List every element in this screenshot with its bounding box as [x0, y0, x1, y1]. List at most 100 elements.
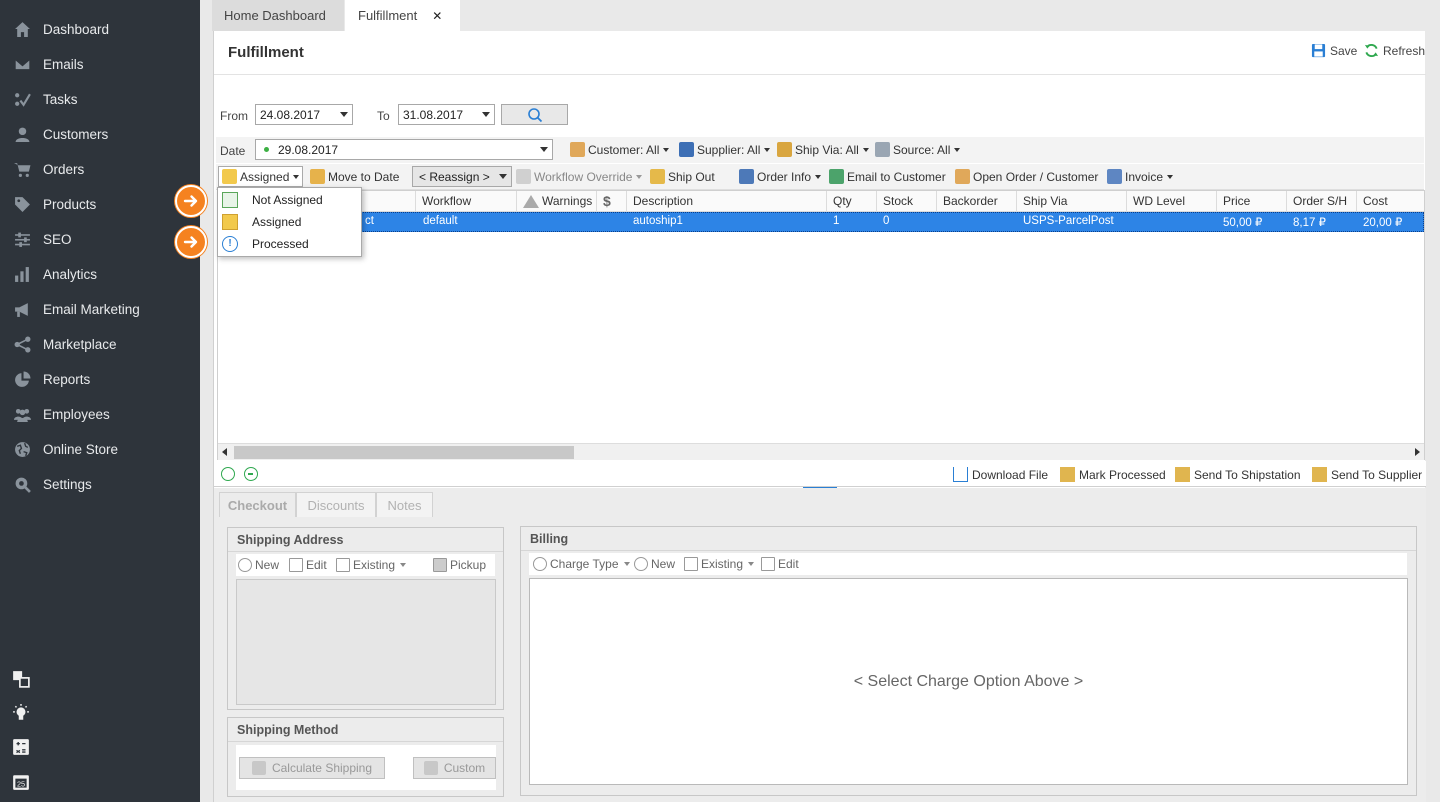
ship-out-button[interactable]: Ship Out — [650, 169, 715, 184]
billing-new-button[interactable]: New — [634, 557, 675, 571]
source-filter[interactable]: Source: All — [875, 142, 961, 157]
menu-item-label: Processed — [252, 237, 309, 251]
sidebar-item-employees[interactable]: Employees — [0, 397, 200, 432]
column-header-description[interactable]: Description — [627, 191, 827, 212]
reassign-select[interactable]: < Reassign > — [412, 166, 512, 187]
new-folder-icon — [222, 192, 238, 208]
chevron-down-icon — [954, 147, 961, 152]
sidebar-item-emails[interactable]: Emails — [0, 47, 200, 82]
column-header-qty[interactable]: Qty — [827, 191, 877, 212]
sidebar-item-online-store[interactable]: Online Store — [0, 432, 200, 467]
column-header-backorder[interactable]: Backorder — [937, 191, 1017, 212]
send-supplier-button[interactable]: Send To Supplier — [1312, 467, 1422, 482]
column-header-stock[interactable]: Stock — [877, 191, 937, 212]
sidebar-item-seo[interactable]: SEO — [0, 222, 200, 257]
invoice-button[interactable]: Invoice — [1107, 169, 1174, 184]
sidebar-item-email-marketing[interactable]: Email Marketing — [0, 292, 200, 327]
order-info-button[interactable]: Order Info — [739, 169, 822, 184]
menu-item-processed[interactable]: ! Processed — [218, 233, 361, 255]
tab-discounts[interactable]: Discounts — [296, 492, 376, 517]
sidebar-item-settings[interactable]: Settings — [0, 467, 200, 502]
horizontal-scrollbar[interactable] — [218, 443, 1424, 460]
column-header-dollar[interactable]: $ — [597, 191, 627, 212]
billing-edit-button[interactable]: Edit — [761, 557, 799, 571]
custom-shipping-button[interactable]: Custom — [413, 757, 496, 779]
tasks-icon — [11, 91, 33, 108]
from-date-picker[interactable]: 24.08.2017 — [255, 104, 353, 125]
search-button[interactable] — [501, 104, 568, 125]
sidebar-item-orders[interactable]: Orders — [0, 152, 200, 187]
open-order-label: Open Order / Customer — [973, 169, 1099, 184]
column-header-wd-level[interactable]: WD Level — [1127, 191, 1217, 212]
column-header-ship-via[interactable]: Ship Via — [1017, 191, 1127, 212]
charge-type-dropdown[interactable]: Charge Type — [533, 557, 630, 571]
windows-icon[interactable] — [11, 669, 31, 689]
move-to-date-button[interactable]: Move to Date — [310, 169, 399, 184]
supplier-icon — [679, 142, 694, 157]
supplier-filter[interactable]: Supplier: All — [679, 142, 771, 157]
detail-panel: Checkout Discounts Notes Shipping Addres… — [214, 488, 1426, 802]
refresh-button[interactable]: Refresh — [1364, 43, 1425, 58]
check-circle-icon[interactable] — [221, 467, 235, 481]
save-button[interactable]: Save — [1311, 43, 1357, 58]
sidebar-item-marketplace[interactable]: Marketplace — [0, 327, 200, 362]
sidebar-item-dashboard[interactable]: Dashboard — [0, 12, 200, 47]
column-header-workflow[interactable]: Workflow — [416, 191, 517, 212]
share-icon — [11, 336, 33, 353]
sidebar-item-customers[interactable]: Customers — [0, 117, 200, 152]
address-edit-button[interactable]: Edit — [289, 558, 327, 572]
column-header-warnings[interactable]: Warnings — [517, 191, 597, 212]
calculator-icon[interactable] — [11, 737, 31, 757]
close-icon[interactable]: ✕ — [432, 9, 442, 23]
sidebar-item-products[interactable]: Products — [0, 187, 200, 222]
menu-item-not-assigned[interactable]: Not Assigned — [218, 189, 361, 211]
address-new-button[interactable]: New — [238, 558, 279, 572]
sidebar-item-tasks[interactable]: Tasks — [0, 82, 200, 117]
download-file-button[interactable]: Download File — [953, 467, 1048, 482]
chevron-down-icon — [482, 112, 490, 117]
date-picker[interactable]: 29.08.2017 — [255, 139, 553, 160]
column-header-cost[interactable]: Cost — [1357, 191, 1424, 212]
envelope-icon — [11, 56, 33, 73]
lightbulb-icon[interactable] — [11, 703, 31, 723]
menu-item-assigned[interactable]: Assigned — [218, 211, 361, 233]
calculate-shipping-button[interactable]: Calculate Shipping — [239, 757, 385, 779]
shipping-address-title: Shipping Address — [228, 528, 503, 552]
tab-home-dashboard[interactable]: Home Dashboard — [212, 0, 344, 31]
tab-checkout[interactable]: Checkout — [219, 492, 296, 517]
column-header-order-sh[interactable]: Order S/H — [1287, 191, 1357, 212]
scroll-right-icon[interactable] — [1415, 448, 1420, 456]
chevron-down-icon — [623, 562, 630, 566]
column-header-price[interactable]: Price — [1217, 191, 1287, 212]
open-order-button[interactable]: Open Order / Customer — [955, 169, 1098, 184]
source-icon — [875, 142, 890, 157]
to-date-picker[interactable]: 31.08.2017 — [398, 104, 495, 125]
tab-notes[interactable]: Notes — [376, 492, 433, 517]
sidebar-item-analytics[interactable]: Analytics — [0, 257, 200, 292]
table-row[interactable]: ct default autoship1 1 0 USPS-ParcelPost… — [218, 212, 1424, 232]
status-dropdown[interactable]: Assigned — [218, 166, 304, 187]
sidebar-item-reports[interactable]: Reports — [0, 362, 200, 397]
status-dropdown-menu: Not Assigned Assigned ! Processed — [217, 187, 362, 257]
address-pickup-button[interactable]: Pickup — [433, 558, 486, 572]
tab-fulfillment[interactable]: Fulfillment ✕ — [345, 0, 460, 31]
calendar-icon[interactable]: 25 — [11, 772, 31, 792]
ship-via-filter-label: Ship Via: All — [795, 142, 859, 157]
email-customer-button[interactable]: Email to Customer — [829, 169, 946, 184]
minus-circle-icon[interactable] — [244, 467, 258, 481]
send-shipstation-button[interactable]: Send To Shipstation — [1175, 467, 1301, 482]
refresh-icon — [1364, 43, 1379, 58]
box-icon — [1175, 467, 1190, 482]
cell-description: autoship1 — [633, 215, 683, 227]
chevron-down-icon — [540, 147, 548, 152]
scroll-left-icon[interactable] — [222, 448, 227, 456]
ship-via-filter[interactable]: Ship Via: All — [777, 142, 869, 157]
workflow-override-button[interactable]: Workflow Override — [516, 169, 643, 184]
tab-label: Home Dashboard — [224, 8, 326, 23]
scrollbar-thumb[interactable] — [234, 446, 574, 459]
billing-existing-dropdown[interactable]: Existing — [684, 557, 755, 571]
mark-processed-button[interactable]: Mark Processed — [1060, 467, 1166, 482]
customer-filter[interactable]: Customer: All — [570, 142, 670, 157]
dollar-circle-icon — [533, 557, 547, 571]
address-existing-dropdown[interactable]: Existing — [336, 558, 407, 572]
